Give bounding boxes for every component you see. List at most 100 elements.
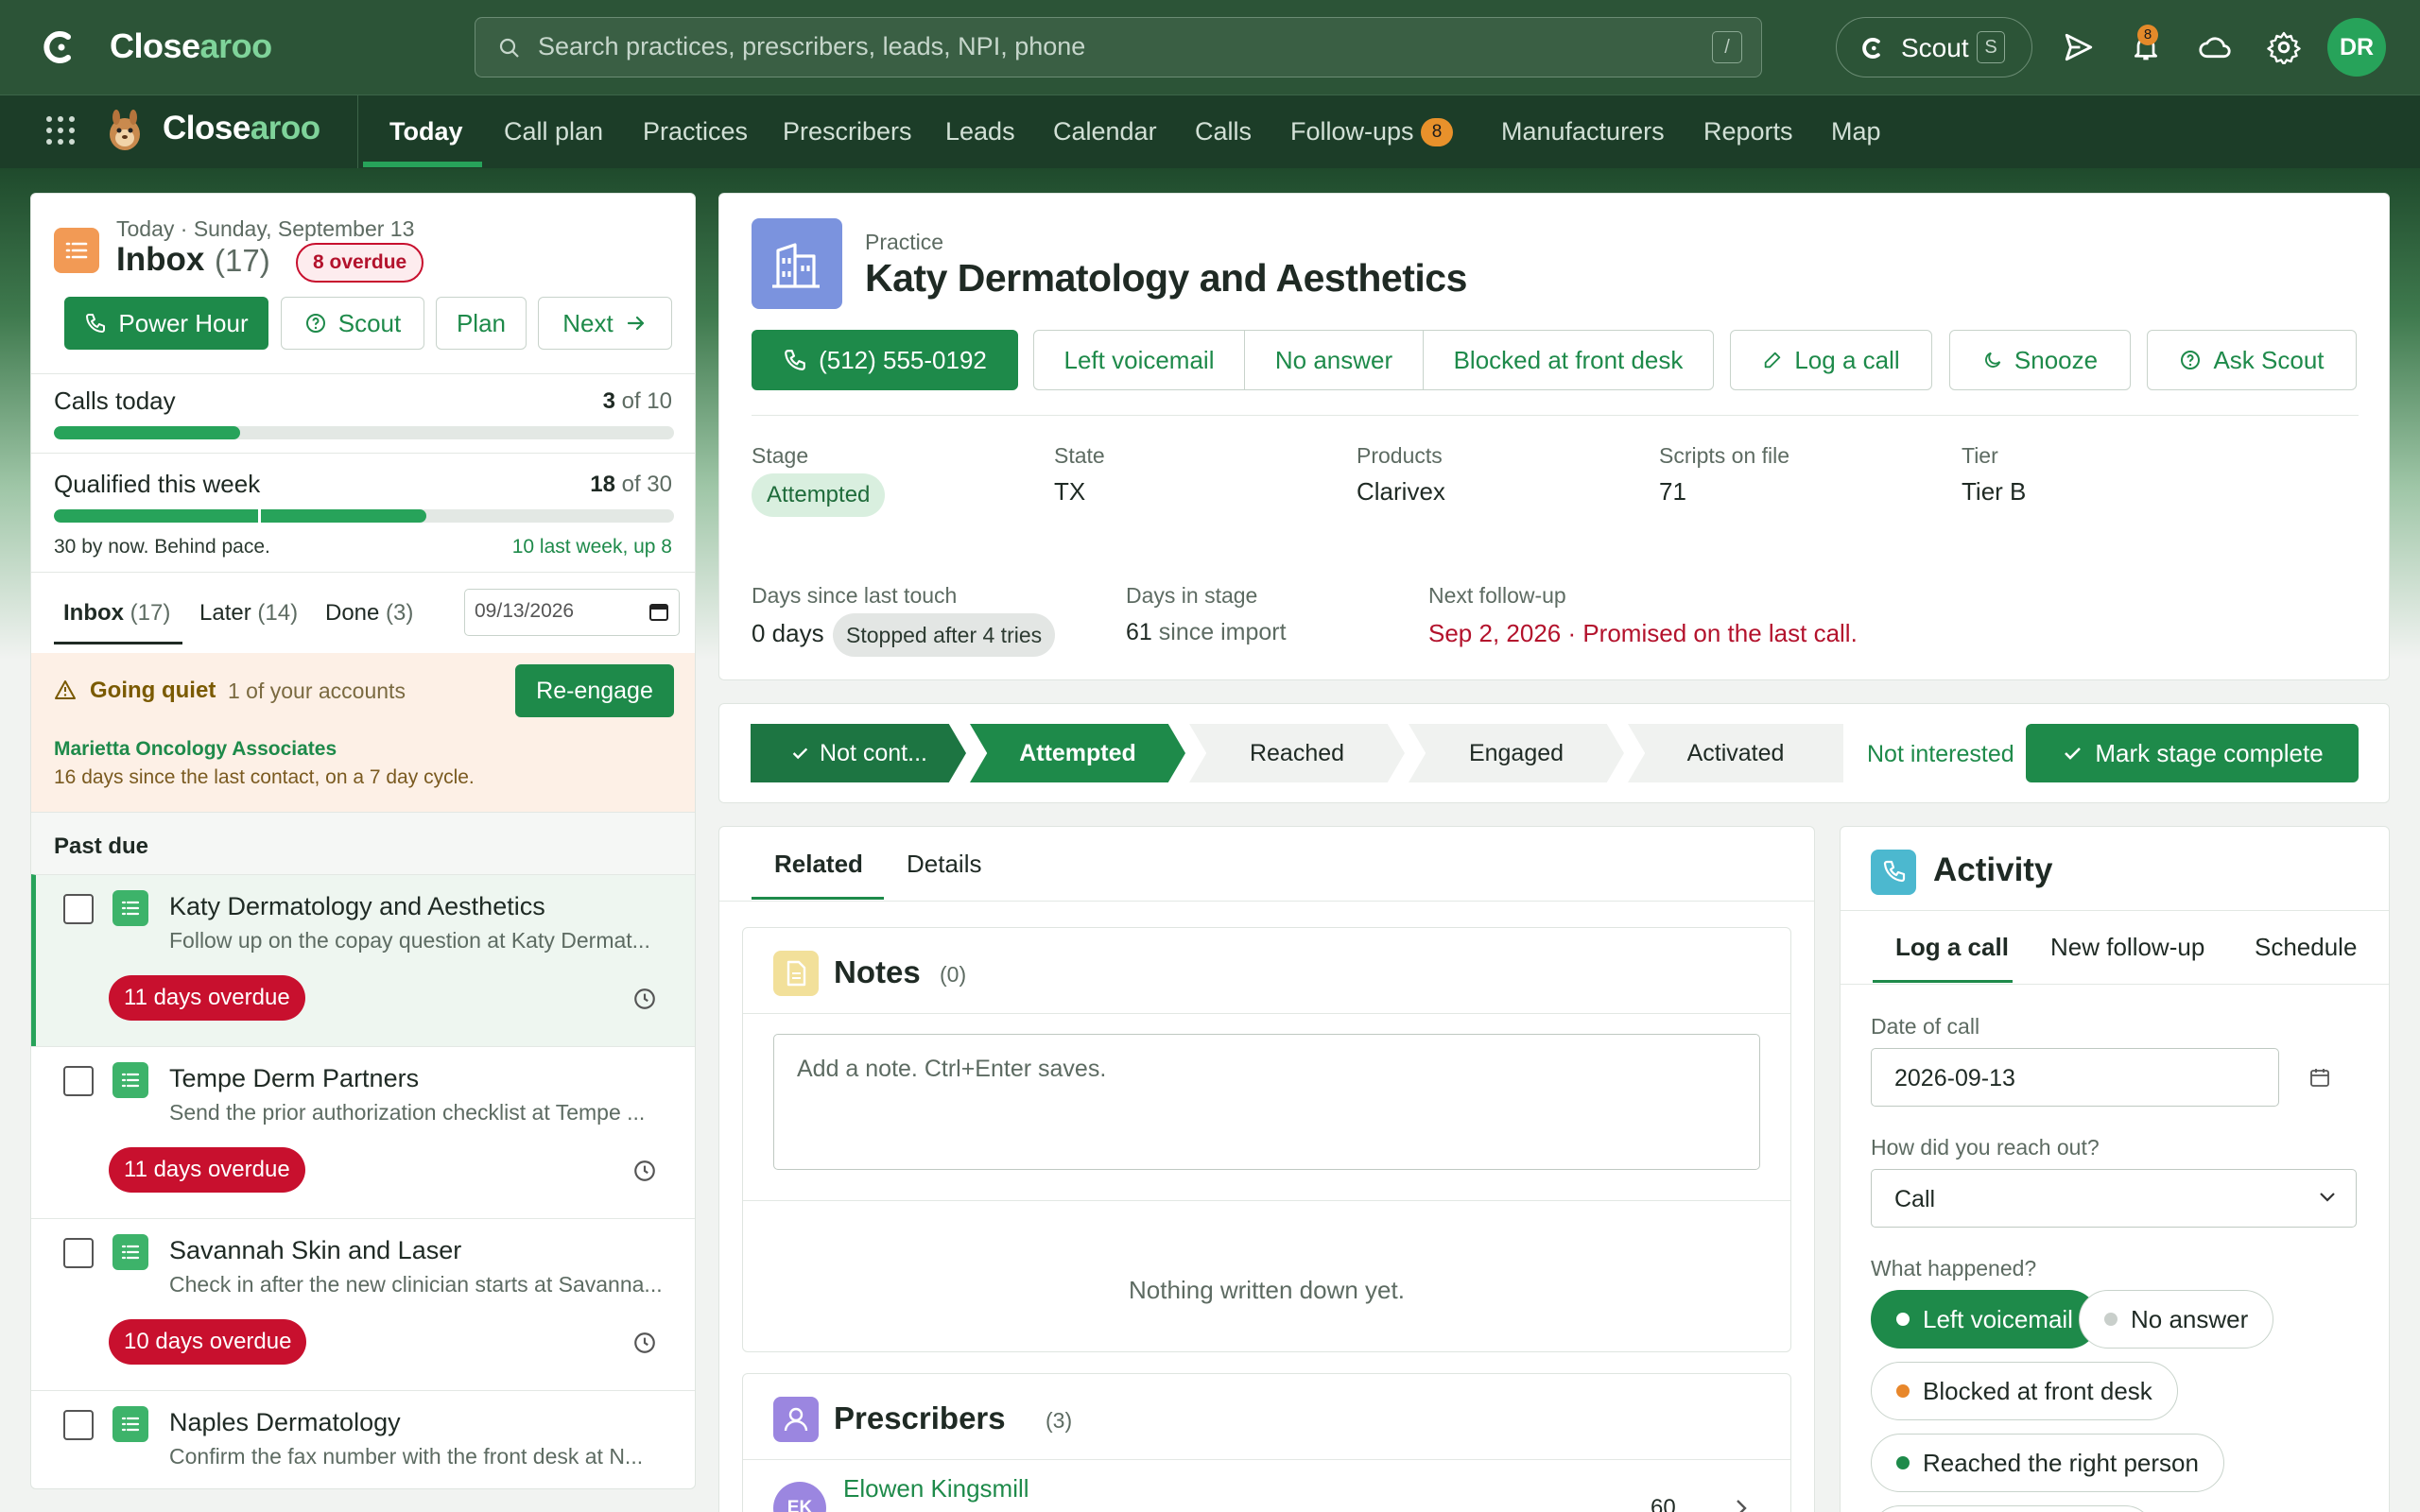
phone-number: (512) 555-0192 bbox=[819, 345, 987, 374]
send-icon[interactable] bbox=[2063, 31, 2095, 63]
chevron-right-icon[interactable] bbox=[1732, 1497, 1751, 1512]
reach-out-select[interactable]: Call bbox=[1871, 1169, 2357, 1228]
tab-log-call[interactable]: Log a call bbox=[1895, 933, 2009, 962]
overdue-pill: 11 days overdue bbox=[109, 975, 305, 1021]
stage-not-contacted[interactable]: Not cont... bbox=[751, 724, 966, 782]
nav-practices[interactable]: Practices bbox=[643, 94, 748, 168]
outcome-more[interactable] bbox=[1871, 1505, 2154, 1512]
outcome-reached-right-person[interactable]: Reached the right person bbox=[1871, 1434, 2224, 1492]
tab-new-follow-up[interactable]: New follow-up bbox=[2050, 933, 2204, 962]
nav-follow-ups[interactable]: Follow-ups bbox=[1290, 94, 1414, 168]
snooze-clock-icon[interactable] bbox=[632, 1331, 657, 1355]
inbox-scout-button[interactable]: Scout bbox=[281, 297, 424, 350]
tab-later-count: (14) bbox=[257, 600, 299, 626]
nav-brand[interactable]: Closearoo bbox=[163, 110, 320, 147]
app-brand[interactable]: Closearoo bbox=[110, 26, 272, 66]
nav-reports[interactable]: Reports bbox=[1703, 94, 1793, 168]
prescriber-value: 60 bbox=[1651, 1495, 1676, 1512]
cloud-icon[interactable] bbox=[2198, 31, 2232, 63]
left-voicemail-button[interactable]: Left voicemail bbox=[1033, 330, 1245, 390]
task-item[interactable]: Katy Dermatology and Aesthetics Follow u… bbox=[31, 874, 695, 1046]
outcome-left-voicemail[interactable]: Left voicemail bbox=[1871, 1290, 2099, 1349]
calls-today-count: 3 bbox=[602, 388, 615, 414]
tab-inbox[interactable]: Inbox (17) bbox=[63, 600, 170, 627]
tab-related[interactable]: Related bbox=[774, 850, 863, 879]
reach-out-label: How did you reach out? bbox=[1871, 1135, 2100, 1160]
date-of-call-value: 2026-09-13 bbox=[1894, 1065, 2015, 1091]
tab-done[interactable]: Done (3) bbox=[325, 600, 413, 627]
notes-section: Notes (0) Add a note. Ctrl+Enter saves. … bbox=[742, 927, 1791, 1352]
nav-calls[interactable]: Calls bbox=[1195, 94, 1252, 168]
nav-today[interactable]: Today bbox=[389, 94, 463, 168]
calendar-icon[interactable] bbox=[2309, 1067, 2330, 1088]
nav-prescribers[interactable]: Prescribers bbox=[783, 94, 912, 168]
mark-stage-complete-button[interactable]: Mark stage complete bbox=[2026, 724, 2359, 782]
stage-engaged[interactable]: Engaged bbox=[1409, 724, 1624, 782]
re-engage-button[interactable]: Re-engage bbox=[515, 664, 674, 717]
related-card: Related Details Notes (0) Add a note. Ct… bbox=[718, 826, 1815, 1512]
stage-reached[interactable]: Reached bbox=[1189, 724, 1405, 782]
prescriber-name-link[interactable]: Elowen Kingsmill bbox=[843, 1474, 1029, 1503]
task-description: Follow up on the copay question at Katy … bbox=[169, 928, 650, 953]
task-checkbox[interactable] bbox=[63, 1238, 94, 1268]
outcome-blocked-front-desk[interactable]: Blocked at front desk bbox=[1871, 1362, 2178, 1420]
next-button[interactable]: Next bbox=[538, 297, 672, 350]
outcome-no-answer[interactable]: No answer bbox=[2079, 1290, 2274, 1349]
snooze-clock-icon[interactable] bbox=[632, 987, 657, 1011]
quiet-account-link[interactable]: Marietta Oncology Associates bbox=[54, 738, 337, 761]
nav-map[interactable]: Map bbox=[1831, 94, 1881, 168]
note-textarea[interactable]: Add a note. Ctrl+Enter saves. bbox=[773, 1034, 1760, 1170]
gear-icon[interactable] bbox=[2267, 30, 2301, 64]
date-of-call-input[interactable]: 2026-09-13 bbox=[1871, 1048, 2279, 1107]
snooze-clock-icon[interactable] bbox=[632, 1159, 657, 1183]
tab-schedule[interactable]: Schedule bbox=[2255, 933, 2357, 962]
task-item[interactable]: Savannah Skin and Laser Check in after t… bbox=[31, 1218, 695, 1390]
power-hour-button[interactable]: Power Hour bbox=[64, 297, 268, 350]
user-avatar[interactable]: DR bbox=[2327, 18, 2386, 77]
going-quiet-title: Going quiet bbox=[90, 678, 216, 703]
tab-details[interactable]: Details bbox=[907, 850, 981, 879]
nav-leads[interactable]: Leads bbox=[945, 94, 1015, 168]
divider bbox=[31, 572, 695, 573]
search-input[interactable]: Search practices, prescribers, leads, NP… bbox=[475, 17, 1762, 77]
ask-scout-button[interactable]: Ask Scout bbox=[2147, 330, 2357, 390]
plan-button[interactable]: Plan bbox=[436, 297, 527, 350]
date-filter-input[interactable]: 09/13/2026 bbox=[464, 589, 680, 636]
not-interested-link[interactable]: Not interested bbox=[1867, 741, 2014, 768]
scout-button[interactable]: Scout S bbox=[1836, 17, 2032, 77]
nav-calendar[interactable]: Calendar bbox=[1053, 94, 1157, 168]
call-phone-button[interactable]: (512) 555-0192 bbox=[752, 330, 1018, 390]
past-due-title: Past due bbox=[54, 833, 149, 859]
scripts-value: 71 bbox=[1659, 477, 1686, 506]
app-logo-icon[interactable] bbox=[43, 28, 76, 66]
task-checkbox[interactable] bbox=[63, 1066, 94, 1096]
divider bbox=[31, 453, 695, 454]
divider bbox=[743, 1459, 1790, 1460]
check-icon bbox=[789, 743, 810, 764]
stage-attempted[interactable]: Attempted bbox=[970, 724, 1185, 782]
apps-grid-icon[interactable] bbox=[45, 115, 76, 146]
search-shortcut: / bbox=[1712, 31, 1742, 63]
tab-later[interactable]: Later (14) bbox=[199, 600, 298, 627]
overdue-pill: 10 days overdue bbox=[109, 1319, 307, 1365]
no-answer-button[interactable]: No answer bbox=[1244, 330, 1424, 390]
task-checkbox[interactable] bbox=[63, 1410, 94, 1440]
task-description: Confirm the fax number with the front de… bbox=[169, 1444, 644, 1469]
task-item[interactable]: Naples Dermatology Confirm the fax numbe… bbox=[31, 1390, 695, 1488]
task-checkbox[interactable] bbox=[63, 894, 94, 924]
nav-brand-text-2: aroo bbox=[250, 110, 320, 146]
nav-call-plan[interactable]: Call plan bbox=[504, 94, 603, 168]
task-name: Savannah Skin and Laser bbox=[169, 1236, 462, 1264]
what-happened-label: What happened? bbox=[1871, 1256, 2037, 1280]
blocked-front-desk-button[interactable]: Blocked at front desk bbox=[1423, 330, 1714, 390]
task-item[interactable]: Tempe Derm Partners Send the prior autho… bbox=[31, 1046, 695, 1218]
stage-activated[interactable]: Activated bbox=[1628, 724, 1843, 782]
notification-badge: 8 bbox=[2137, 25, 2158, 45]
divider bbox=[1841, 984, 2389, 985]
inbox-date: Today · Sunday, September 13 bbox=[116, 216, 415, 241]
nav-manufacturers[interactable]: Manufacturers bbox=[1501, 94, 1665, 168]
snooze-button[interactable]: Snooze bbox=[1949, 330, 2131, 390]
log-call-button[interactable]: Log a call bbox=[1730, 330, 1932, 390]
days-in-stage-number: 61 bbox=[1126, 619, 1152, 645]
state-label: State bbox=[1054, 443, 1105, 468]
